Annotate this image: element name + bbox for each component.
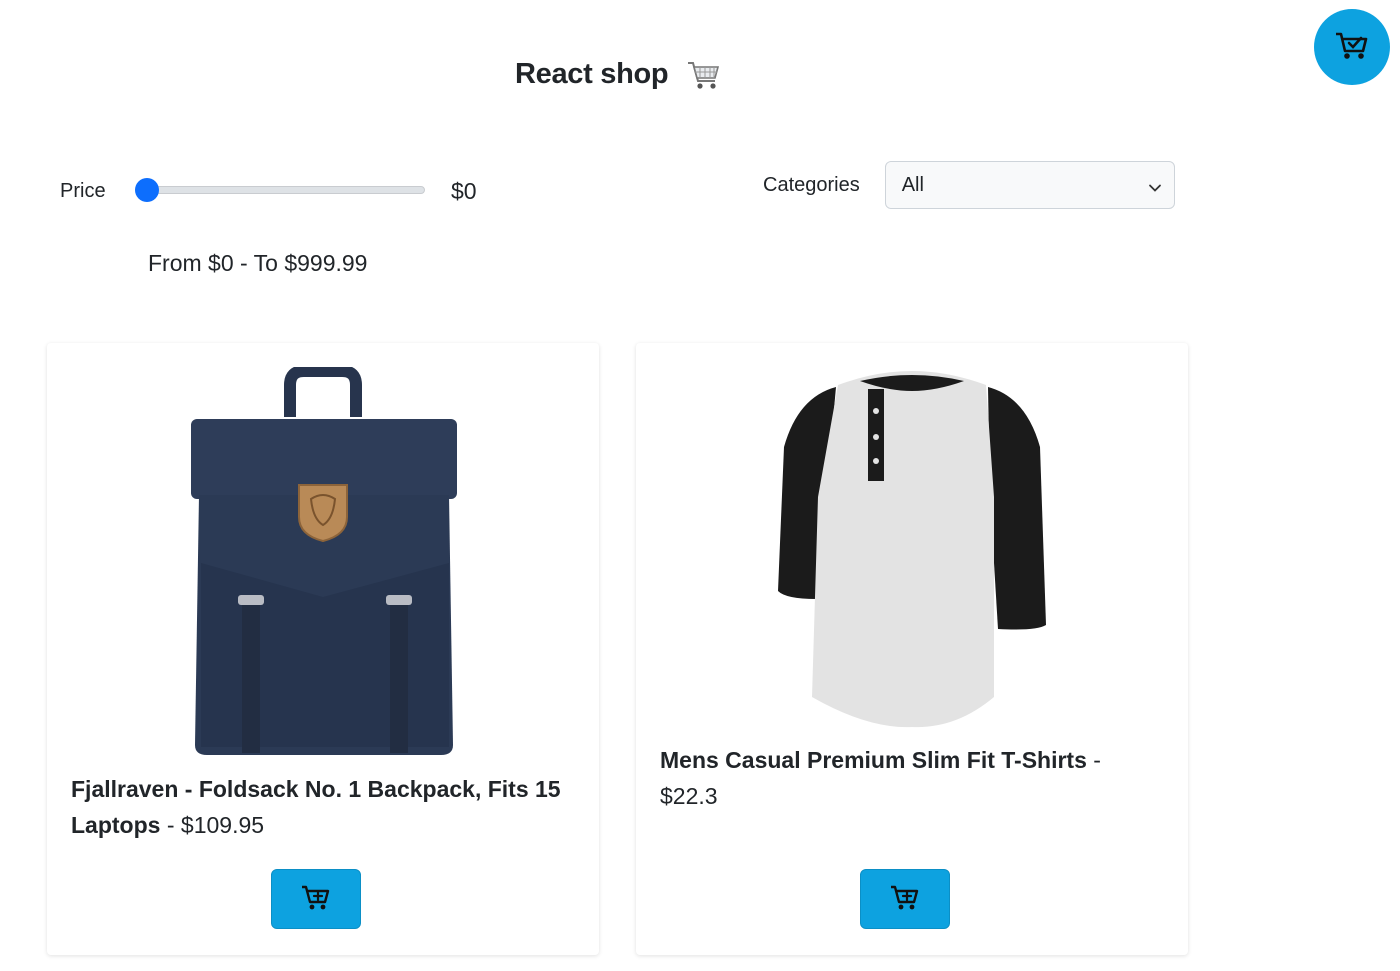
slider-track: [135, 186, 425, 194]
price-separator: -: [160, 812, 181, 838]
price-separator: -: [1086, 747, 1101, 773]
categories-label: Categories: [763, 173, 860, 196]
price-label: Price: [60, 179, 106, 202]
product-card: Mens Casual Premium Slim Fit T-Shirts - …: [636, 343, 1188, 955]
product-info: Fjallraven - Foldsack No. 1 Backpack, Fi…: [71, 771, 575, 843]
product-image: [776, 367, 1048, 734]
product-card: Fjallraven - Foldsack No. 1 Backpack, Fi…: [47, 343, 599, 955]
add-to-cart-button[interactable]: [271, 869, 361, 929]
page-title: React shop: [515, 58, 669, 90]
cart-check-icon: [1335, 31, 1369, 64]
slider-thumb[interactable]: [135, 178, 159, 202]
price-slider[interactable]: [135, 175, 425, 207]
product-name: Mens Casual Premium Slim Fit T-Shirts: [660, 747, 1087, 773]
shopping-cart-icon: [686, 59, 720, 91]
categories-selected-value: All: [901, 173, 924, 196]
page-header: React shop: [515, 58, 720, 91]
cart-plus-icon: [301, 885, 331, 914]
price-value: $0: [451, 177, 477, 204]
product-price: $22.3: [660, 783, 718, 809]
product-price: $109.95: [180, 812, 265, 838]
price-range-text: From $0 - To $999.99: [148, 250, 368, 276]
cart-plus-icon: [890, 885, 920, 914]
cart-button[interactable]: [1314, 9, 1390, 85]
product-name: Fjallraven - Foldsack No. 1 Backpack, Fi…: [71, 776, 561, 838]
price-filter: Price $0: [60, 175, 477, 207]
categories-select[interactable]: All: [884, 161, 1175, 209]
add-to-cart-button[interactable]: [860, 869, 950, 929]
page: React shop Price $0 From $0 - To $999.99…: [0, 0, 1400, 971]
chevron-down-icon: [1148, 178, 1162, 201]
product-info: Mens Casual Premium Slim Fit T-Shirts - …: [660, 742, 1164, 814]
product-image: [187, 365, 459, 764]
categories-filter: Categories All: [763, 161, 1175, 209]
